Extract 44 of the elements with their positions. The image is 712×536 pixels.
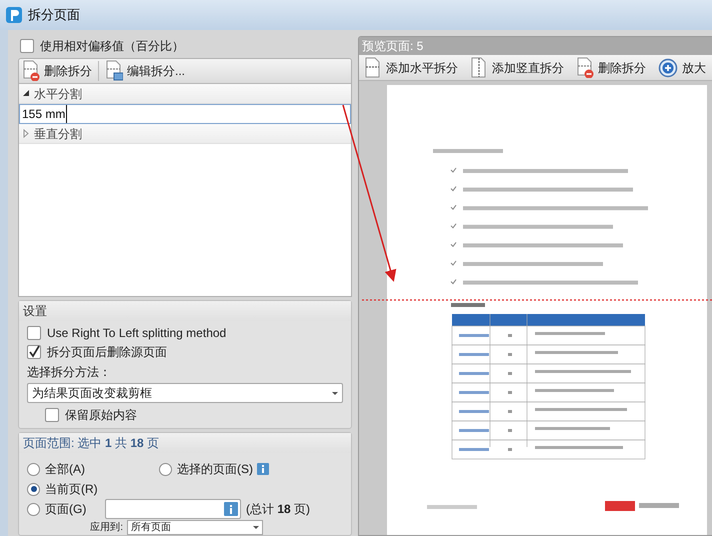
toolbar-button[interactable]: 添加竖直拆分 [467,56,567,80]
page-remove-icon [576,57,594,78]
page-edit-icon [105,60,123,82]
page-range-field[interactable] [105,499,241,519]
checkbox[interactable] [27,326,41,340]
radio-option[interactable]: 全部(A) [27,460,85,478]
page-total-text: (总计 18 页) [246,501,310,518]
app-logo-icon [6,7,22,23]
info-icon [224,502,238,516]
radio-option[interactable]: 当前页(R) [27,480,98,498]
toolbar-button[interactable]: 删除拆分 [19,58,95,83]
dropdown-caret-icon [253,526,259,528]
split-method-dropdown[interactable]: 为结果页面改变裁剪框 [27,383,343,403]
toolbar-button[interactable]: 删除拆分 [573,56,649,80]
field-label: 选择拆分方法： [27,364,112,379]
panel-title: 预览页面: 5 [362,38,424,55]
apply-to-dropdown[interactable]: 所有页面 [127,520,263,534]
radio-option[interactable]: 选择的页面(S) [159,460,253,478]
value-field[interactable]: 155 mm [19,104,351,124]
dropdown-caret-icon [332,392,338,394]
checkbox-label: Use Right To Left splitting method [47,324,226,342]
panel-title: 页面范围: 选中 1 共 18 页 [23,435,160,452]
collapsed-triangle-icon [22,129,30,138]
window-title: 拆分页面 [28,6,80,24]
info-icon [257,463,269,475]
toolbar-button[interactable]: 添加水平拆分 [361,56,461,80]
checkbox-label: 使用相对偏移值（百分比） [40,38,184,55]
field-label: 应用到: [89,520,123,534]
radio-option[interactable]: 页面(G) [27,500,86,518]
checkbox-label: 拆分页面后删除源页面 [47,344,167,360]
page-horizontal-line-icon [364,57,382,78]
page-vertical-line-icon [470,57,488,78]
checkbox[interactable] [20,38,34,53]
zoom-in-icon [658,58,678,78]
tree-group-header[interactable]: 水平分割 [19,84,351,104]
toolbar-button[interactable]: 放大 [655,56,709,80]
toolbar-button[interactable]: 编辑拆分... [102,58,188,83]
tree-group-header[interactable]: 垂直分割 [19,124,351,144]
expanded-triangle-icon [22,89,30,98]
checkbox[interactable] [45,408,59,422]
page-remove-icon [22,60,40,82]
checkbox[interactable] [27,344,41,358]
checkbox-label: 保留原始内容 [65,406,137,424]
panel-title: 设置 [23,303,47,320]
